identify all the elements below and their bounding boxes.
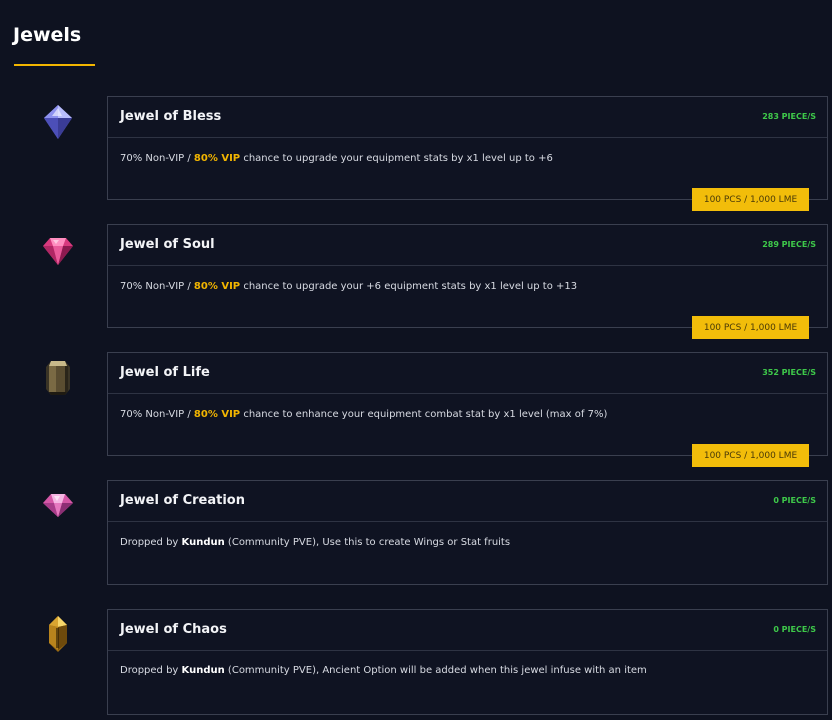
jewel-card: Jewel of Life 352 PIECE/S 70% Non-VIP / … (107, 352, 828, 456)
jewel-card: Jewel of Chaos 0 PIECE/S Dropped by Kund… (107, 609, 828, 715)
card-header: Jewel of Creation 0 PIECE/S (108, 481, 827, 522)
desc-text: (Community PVE), Use this to create Wing… (224, 537, 511, 548)
buy-button[interactable]: 100 PCS / 1,000 LME (692, 316, 809, 339)
jewel-description: Dropped by Kundun (Community PVE), Use t… (120, 537, 510, 548)
jewel-name: Jewel of Chaos (120, 622, 227, 637)
vip-rate: 80% VIP (193, 153, 241, 164)
title-underline (14, 64, 95, 66)
boss-name: Kundun (181, 537, 225, 548)
jewel-card: Jewel of Soul 289 PIECE/S 70% Non-VIP / … (107, 224, 828, 328)
card-header: Jewel of Chaos 0 PIECE/S (108, 610, 827, 651)
desc-text: 70% Non-VIP / (120, 409, 194, 420)
page-title: Jewels (13, 24, 82, 46)
jewel-count: 352 PIECE/S (762, 368, 816, 377)
card-header: Jewel of Life 352 PIECE/S (108, 353, 827, 394)
desc-text: chance to enhance your equipment combat … (240, 409, 608, 420)
desc-text: Dropped by (120, 665, 182, 676)
desc-text: chance to upgrade your +6 equipment stat… (240, 281, 578, 292)
boss-name: Kundun (181, 665, 225, 676)
desc-text: 70% Non-VIP / (120, 153, 194, 164)
desc-text: 70% Non-VIP / (120, 281, 194, 292)
jewel-name: Jewel of Soul (120, 237, 215, 252)
desc-text: chance to upgrade your equipment stats b… (240, 153, 553, 164)
jewel-count: 283 PIECE/S (762, 112, 816, 121)
buy-button[interactable]: 100 PCS / 1,000 LME (692, 444, 809, 467)
jewel-card: Jewel of Bless 283 PIECE/S 70% Non-VIP /… (107, 96, 828, 200)
vip-rate: 80% VIP (193, 409, 241, 420)
jewel-count: 0 PIECE/S (773, 625, 816, 634)
desc-text: Dropped by (120, 537, 182, 548)
card-header: Jewel of Soul 289 PIECE/S (108, 225, 827, 266)
jewel-card: Jewel of Creation 0 PIECE/S Dropped by K… (107, 480, 828, 585)
chaos-jewel-icon (49, 616, 67, 652)
jewel-description: 70% Non-VIP / 80% VIP chance to upgrade … (120, 281, 577, 292)
card-header: Jewel of Bless 283 PIECE/S (108, 97, 827, 138)
desc-text: (Community PVE), Ancient Option will be … (224, 665, 647, 676)
jewel-description: Dropped by Kundun (Community PVE), Ancie… (120, 665, 647, 676)
jewel-description: 70% Non-VIP / 80% VIP chance to upgrade … (120, 153, 553, 164)
creation-jewel-icon (43, 494, 73, 517)
jewel-name: Jewel of Creation (120, 493, 245, 508)
jewel-count: 289 PIECE/S (762, 240, 816, 249)
jewel-name: Jewel of Bless (120, 109, 222, 124)
bless-jewel-icon (44, 105, 72, 139)
life-jewel-icon (46, 361, 70, 395)
jewel-name: Jewel of Life (120, 365, 210, 380)
buy-button[interactable]: 100 PCS / 1,000 LME (692, 188, 809, 211)
vip-rate: 80% VIP (193, 281, 241, 292)
soul-jewel-icon (43, 238, 73, 265)
jewel-count: 0 PIECE/S (773, 496, 816, 505)
jewel-description: 70% Non-VIP / 80% VIP chance to enhance … (120, 409, 607, 420)
